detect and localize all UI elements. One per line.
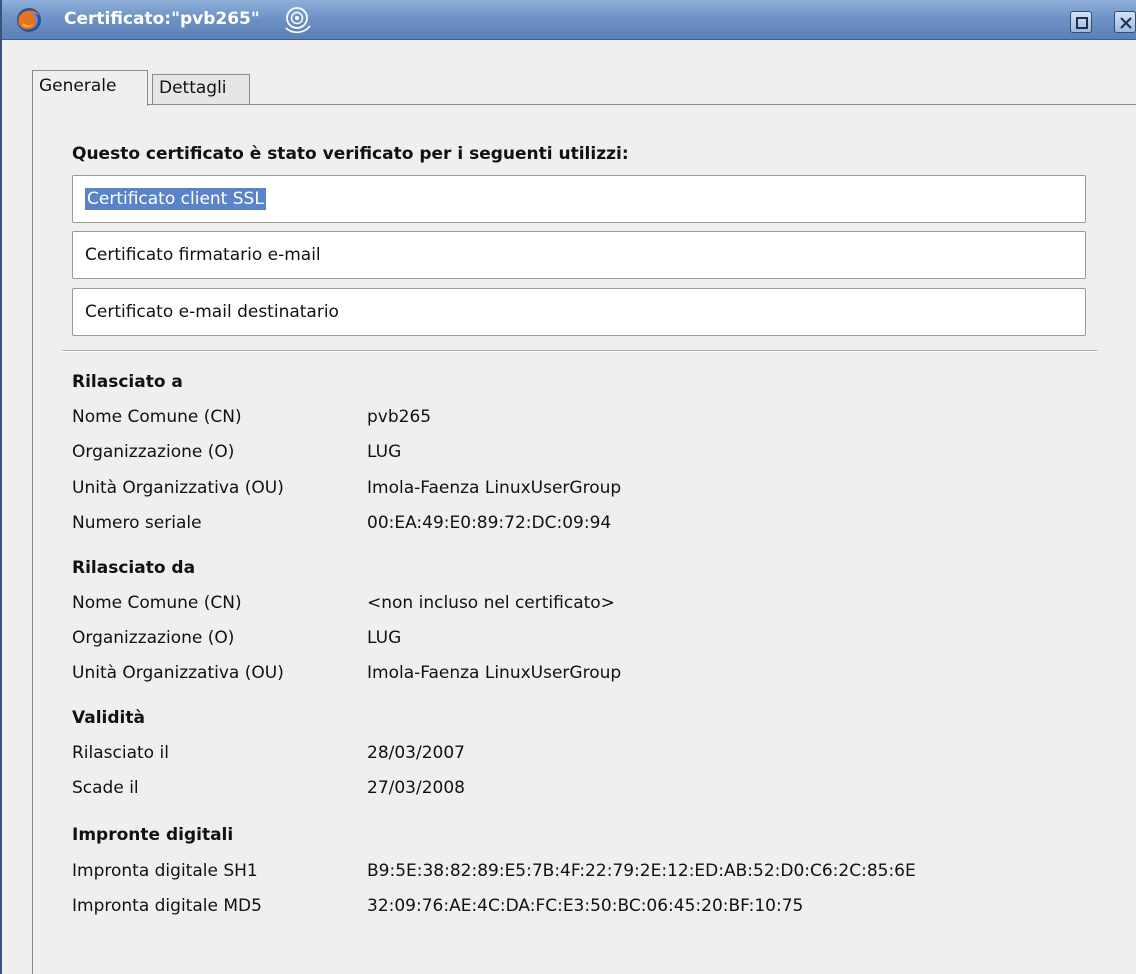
label-expires-on: Scade il xyxy=(72,778,139,798)
label-issued-by-cn: Nome Comune (CN) xyxy=(72,593,242,613)
value-issued-by-o: LUG xyxy=(367,628,402,648)
close-icon xyxy=(1120,17,1132,29)
certificate-viewer-window: Certificato:"pvb265" Generale Dettagli Q… xyxy=(0,0,1136,974)
usage-field-email-recipient[interactable]: Certificato e-mail destinatario xyxy=(72,288,1086,336)
verified-usages-heading: Questo certificato è stato verificato pe… xyxy=(72,144,629,164)
window-title: Certificato:"pvb265" xyxy=(64,9,260,29)
label-sha1-fingerprint: Impronta digitale SH1 xyxy=(72,861,258,881)
value-issued-by-cn: <non incluso nel certificato> xyxy=(367,593,615,613)
swirl-icon xyxy=(285,7,311,34)
usage-text: Certificato firmatario e-mail xyxy=(85,245,321,265)
value-issued-on: 28/03/2007 xyxy=(367,743,465,763)
section-title-issued-by: Rilasciato da xyxy=(72,558,196,578)
tab-dettagli[interactable]: Dettagli xyxy=(152,74,250,104)
section-title-issued-to: Rilasciato a xyxy=(72,372,183,392)
title-bar[interactable]: Certificato:"pvb265" xyxy=(2,0,1136,40)
value-issued-to-ou: Imola-Faenza LinuxUserGroup xyxy=(367,478,622,498)
label-issued-by-o: Organizzazione (O) xyxy=(72,628,235,648)
label-issued-to-ou: Unità Organizzativa (OU) xyxy=(72,478,284,498)
label-issued-to-cn: Nome Comune (CN) xyxy=(72,407,242,427)
tab-generale[interactable]: Generale xyxy=(32,70,148,106)
value-serial-number: 00:EA:49:E0:89:72:DC:09:94 xyxy=(367,513,612,533)
firefox-icon xyxy=(17,8,41,32)
label-issued-by-ou: Unità Organizzativa (OU) xyxy=(72,663,284,683)
label-issued-on: Rilasciato il xyxy=(72,743,169,763)
close-button[interactable] xyxy=(1114,11,1136,33)
maximize-icon xyxy=(1076,17,1088,29)
value-sha1-fingerprint: B9:5E:38:82:89:E5:7B:4F:22:79:2E:12:ED:A… xyxy=(367,861,916,881)
usage-field-ssl-client[interactable]: Certificato client SSL xyxy=(72,175,1086,223)
divider xyxy=(62,350,1097,352)
maximize-button[interactable] xyxy=(1070,11,1092,33)
usage-field-email-signer[interactable]: Certificato firmatario e-mail xyxy=(72,231,1086,279)
value-md5-fingerprint: 32:09:76:AE:4C:DA:FC:E3:50:BC:06:45:20:B… xyxy=(367,896,804,916)
label-serial-number: Numero seriale xyxy=(72,513,202,533)
value-issued-to-o: LUG xyxy=(367,442,402,462)
usage-text: Certificato client SSL xyxy=(85,188,266,210)
value-issued-to-cn: pvb265 xyxy=(367,407,432,427)
section-title-fingerprints: Impronte digitali xyxy=(72,825,234,845)
label-md5-fingerprint: Impronta digitale MD5 xyxy=(72,896,262,916)
section-title-validity: Validità xyxy=(72,708,145,728)
value-issued-by-ou: Imola-Faenza LinuxUserGroup xyxy=(367,663,622,683)
value-expires-on: 27/03/2008 xyxy=(367,778,465,798)
usage-text: Certificato e-mail destinatario xyxy=(85,302,339,322)
label-issued-to-o: Organizzazione (O) xyxy=(72,442,235,462)
